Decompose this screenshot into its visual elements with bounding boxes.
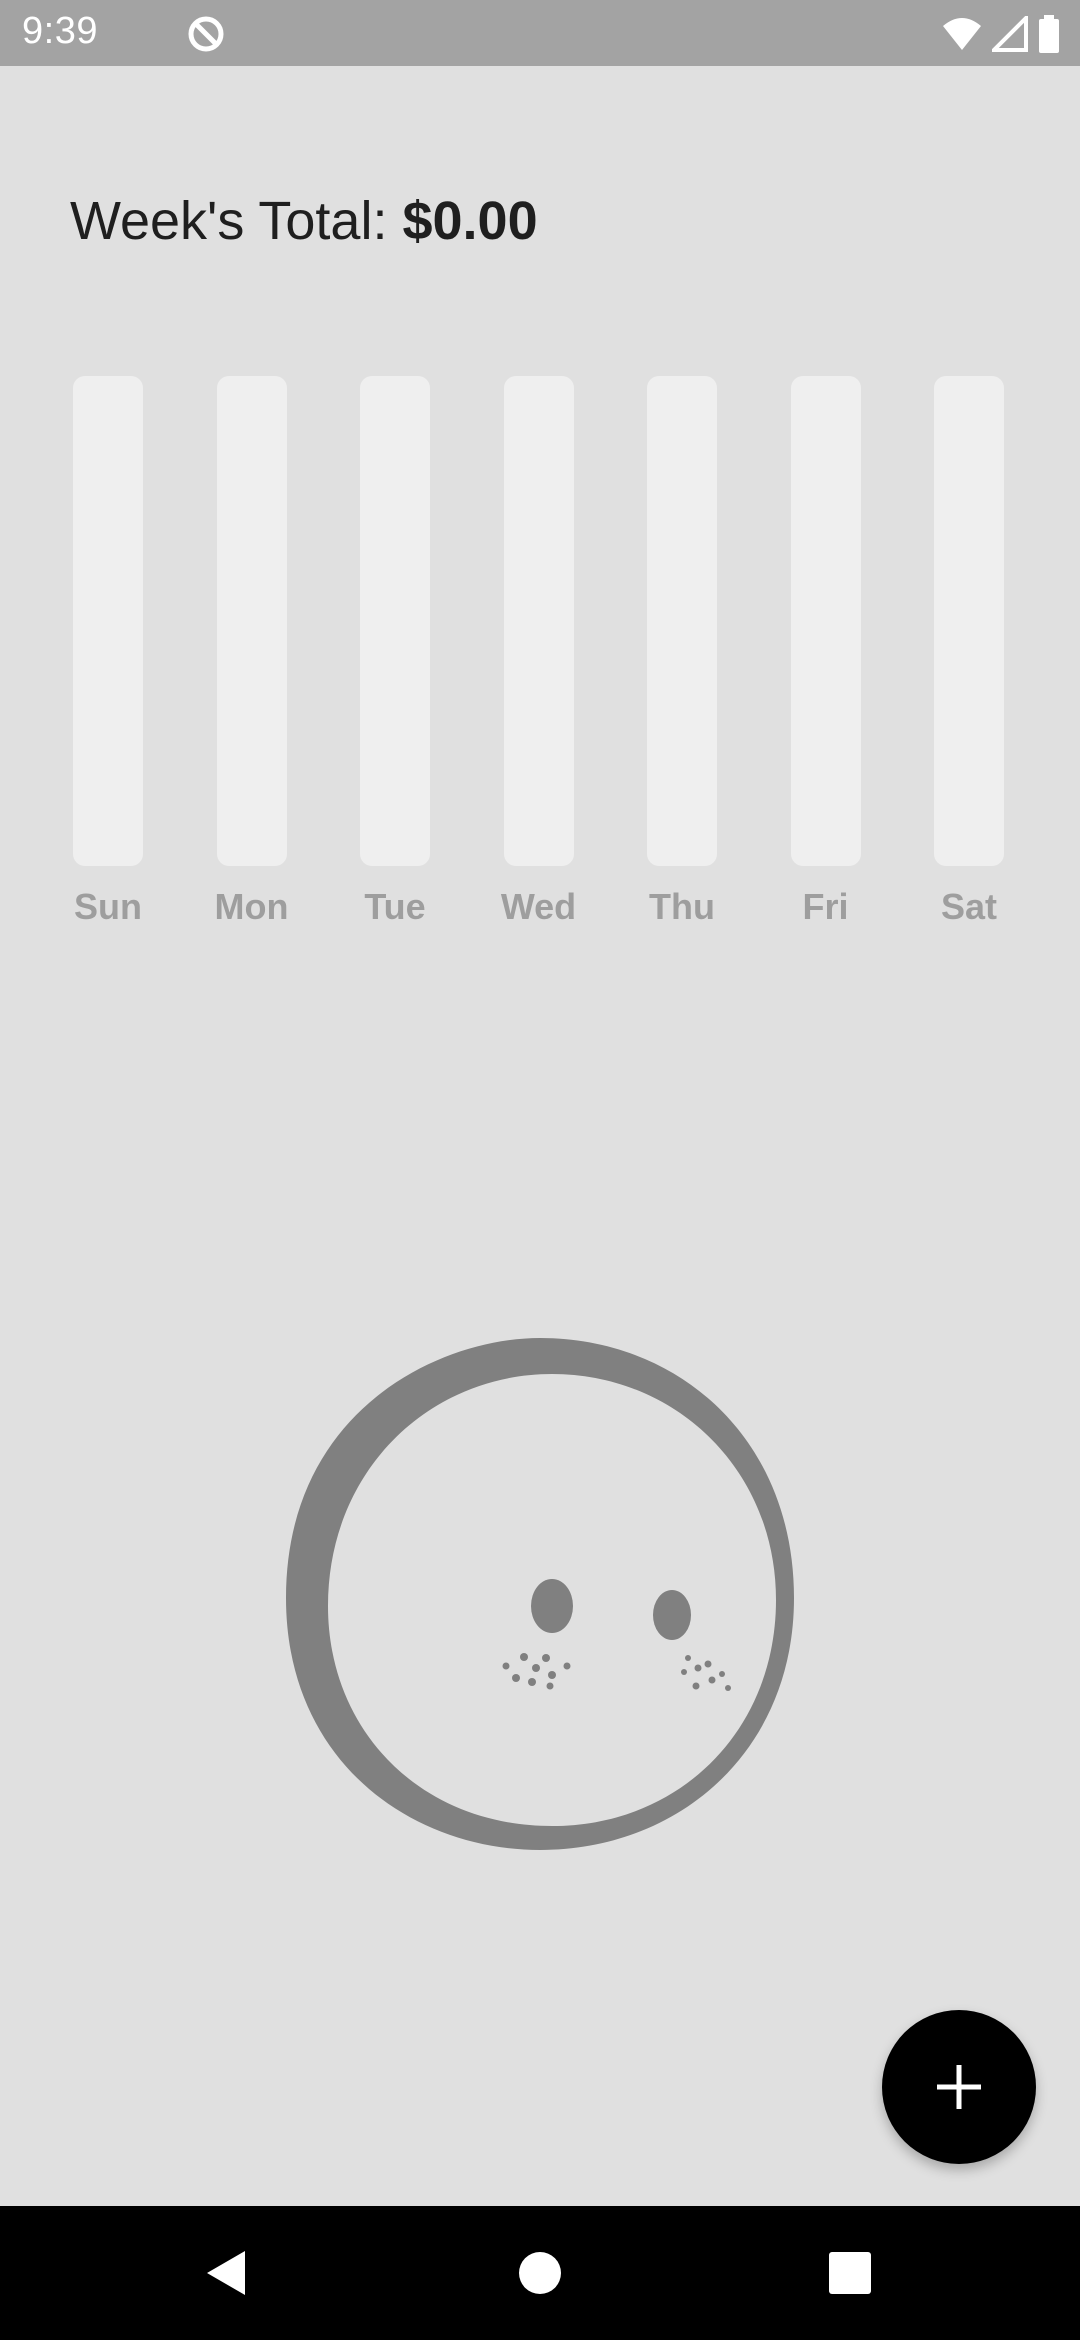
day-column-sun: Sun — [36, 376, 180, 936]
day-label: Wed — [500, 886, 577, 927]
day-label: Tue — [364, 886, 426, 927]
recents-icon — [829, 2252, 871, 2294]
status-icons — [942, 14, 1060, 54]
day-bar-track — [790, 376, 861, 866]
left-eye — [531, 1579, 573, 1633]
navigation-bar — [0, 2206, 1080, 2340]
day-bar-track — [216, 376, 287, 866]
add-expense-button[interactable] — [882, 2010, 1036, 2164]
cellular-signal-icon — [992, 16, 1028, 52]
home-button[interactable] — [500, 2233, 580, 2313]
day-label: Mon — [214, 886, 289, 927]
home-icon — [519, 2252, 561, 2294]
app-notification-icon — [188, 16, 224, 52]
day-column-tue: Tue — [323, 376, 467, 936]
week-total-label: Week's Total: — [70, 191, 388, 251]
plus-icon — [937, 2065, 981, 2109]
weekly-bar-chart: Sun Mon Tue Wed Thu Fri Sat — [0, 376, 1080, 936]
day-column-wed: Wed — [467, 376, 611, 936]
day-column-mon: Mon — [180, 376, 324, 936]
status-bar: 9:39 — [0, 0, 1080, 66]
day-label: Fri — [802, 886, 849, 927]
status-time: 9:39 — [22, 10, 98, 52]
day-bar-track — [360, 376, 430, 866]
day-label: Thu — [649, 886, 715, 927]
day-column-sat: Sat — [897, 376, 1041, 936]
left-cheek-dots — [502, 1653, 571, 1690]
recents-button[interactable] — [810, 2233, 890, 2313]
week-total-title: Week's Total: $0.00 — [70, 190, 538, 252]
day-bar-track — [647, 376, 717, 866]
back-icon — [207, 2251, 245, 2295]
right-cheek-dots — [681, 1655, 731, 1691]
week-total-amount: $0.00 — [402, 191, 538, 251]
screen: 9:39 Week's Total: $0.00 Sun Mon Tue Wed Thu… — [0, 0, 1080, 2340]
wifi-icon — [943, 18, 981, 50]
day-bar-track — [503, 376, 574, 866]
day-bar-track — [934, 376, 1004, 866]
battery-icon — [1039, 15, 1059, 53]
day-column-fri: Fri — [754, 376, 898, 936]
day-label: Sat — [940, 886, 998, 927]
back-button[interactable] — [186, 2233, 266, 2313]
empty-state-face-illustration — [286, 1338, 794, 1850]
day-column-thu: Thu — [610, 376, 754, 936]
right-eye — [653, 1590, 691, 1640]
day-bar-track — [73, 376, 143, 866]
day-label: Sun — [74, 886, 142, 927]
